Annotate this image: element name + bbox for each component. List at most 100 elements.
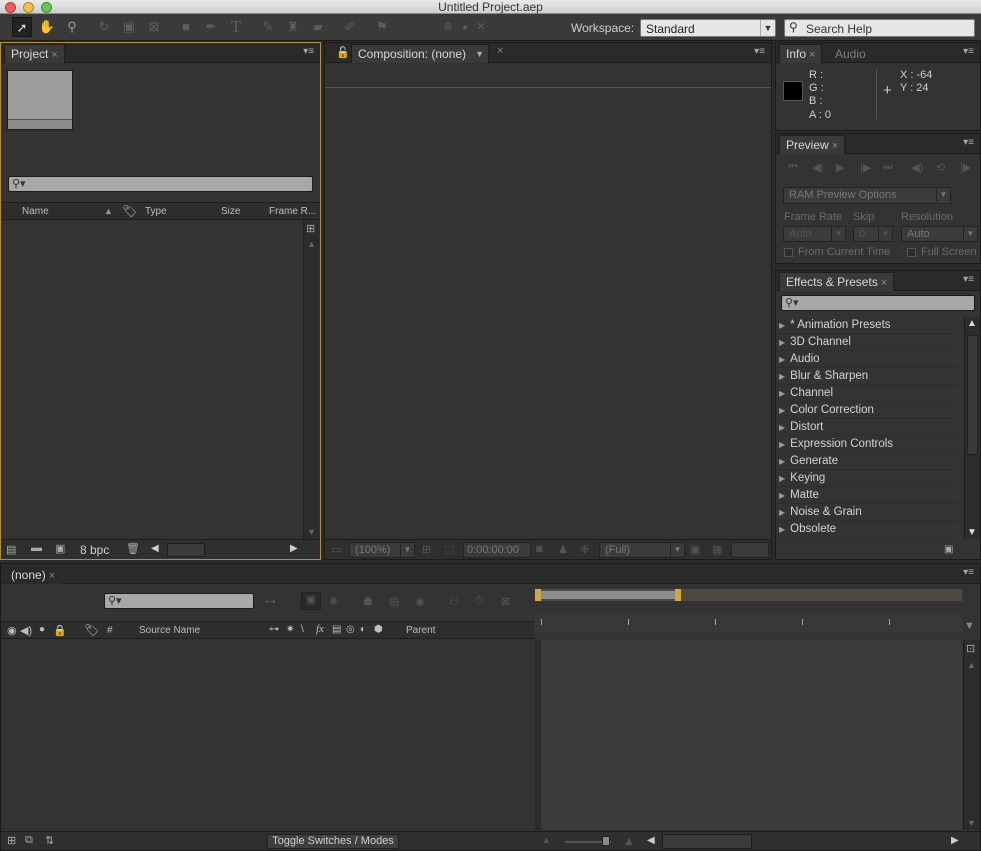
project-scrollbar[interactable]: ⊞ ▲ ▼: [303, 221, 319, 539]
horizontal-scroll-thumb[interactable]: [167, 543, 205, 557]
panel-menu-icon[interactable]: ▾≡: [303, 46, 314, 57]
tab-effects-presets[interactable]: Effects & Presets ×: [779, 272, 895, 291]
view-layout-select[interactable]: [731, 542, 769, 558]
comp-marker-bin-icon[interactable]: ▼: [964, 620, 975, 632]
scroll-down-icon[interactable]: ▼: [307, 527, 316, 537]
time-ruler[interactable]: [535, 613, 962, 633]
close-icon[interactable]: ×: [832, 140, 838, 152]
mask-visibility-icon[interactable]: ⬚: [444, 543, 454, 556]
bpc-label[interactable]: 8 bpc: [80, 543, 109, 557]
magnification-select[interactable]: (100%) ▼: [349, 542, 415, 558]
play-icon[interactable]: ▶: [836, 161, 844, 174]
scroll-thumb[interactable]: [967, 335, 978, 455]
horizontal-scroll-thumb[interactable]: [662, 834, 752, 849]
zoom-out-icon[interactable]: ▲: [542, 835, 551, 845]
draft-3d-icon[interactable]: ❋: [329, 595, 338, 608]
timeline-search-input[interactable]: ⚲▾: [104, 593, 254, 609]
next-frame-icon[interactable]: |▶: [860, 161, 871, 174]
list-item[interactable]: ▶ Noise & Grain: [779, 504, 959, 521]
previous-frame-icon[interactable]: ◀|: [812, 161, 823, 174]
tab-composition[interactable]: Composition: (none) ▼: [351, 44, 490, 63]
roto-brush-icon[interactable]: ✐: [340, 17, 360, 37]
zoom-icon[interactable]: ⚲: [62, 17, 82, 37]
pen-icon[interactable]: ✒: [201, 17, 221, 37]
list-item[interactable]: ▶ Distort: [779, 419, 959, 436]
label-tag-icon[interactable]: 🏷: [84, 623, 99, 637]
column-number[interactable]: #: [107, 625, 113, 636]
clone-stamp-icon[interactable]: ♜: [283, 17, 303, 37]
scroll-left-icon[interactable]: ◀: [151, 543, 159, 554]
shy-icon[interactable]: ⊶: [269, 624, 279, 635]
interpret-footage-icon[interactable]: ▤: [6, 543, 16, 556]
list-item[interactable]: ▶ Obsolete: [779, 521, 959, 538]
skip-select[interactable]: 0 ▼: [853, 226, 893, 242]
brush-icon[interactable]: ✎: [258, 17, 278, 37]
workspace-select[interactable]: Standard ▼: [640, 19, 776, 37]
close-icon[interactable]: ×: [809, 49, 815, 61]
column-name[interactable]: Name: [22, 206, 49, 217]
lock-icon[interactable]: 🔓: [336, 46, 350, 59]
channel-icon[interactable]: ❉: [580, 543, 589, 556]
3d-layer-icon[interactable]: ⬢: [374, 624, 383, 635]
new-bin-icon[interactable]: ▣: [944, 544, 953, 555]
hand-icon[interactable]: ✋: [37, 17, 57, 37]
hide-shy-layers-icon[interactable]: ☗: [363, 595, 373, 608]
effects-search-input[interactable]: ⚲▾: [781, 295, 975, 311]
zoom-in-icon[interactable]: ▲: [623, 834, 635, 848]
search-help-field[interactable]: ⚲ Search Help: [784, 19, 975, 37]
timecode-field[interactable]: 0:00:00:00: [463, 542, 531, 558]
puppet-pin-icon[interactable]: ⚑: [372, 17, 392, 37]
sort-ascending-icon[interactable]: ▲: [104, 206, 113, 216]
resolution-select[interactable]: (Full) ▼: [599, 542, 685, 558]
chevron-down-icon[interactable]: ▼: [475, 45, 484, 63]
frame-blending-icon[interactable]: ▤: [389, 595, 399, 608]
expand-in-out-icon[interactable]: ⇅: [45, 834, 54, 847]
new-folder-icon[interactable]: ▬: [31, 542, 42, 554]
column-type[interactable]: Type: [145, 206, 167, 217]
rectangle-icon[interactable]: ■: [176, 17, 196, 37]
panel-menu-icon[interactable]: ▾≡: [963, 137, 974, 148]
scroll-down-icon[interactable]: ▼: [967, 818, 976, 828]
column-source-name[interactable]: Source Name: [139, 625, 200, 636]
comp-button-icon[interactable]: ⊡: [966, 642, 975, 655]
resolution-preview-select[interactable]: Auto ▼: [901, 226, 978, 242]
frame-rate-select[interactable]: Auto ▼: [783, 226, 846, 242]
scroll-up-icon[interactable]: ▲: [307, 239, 316, 249]
panel-menu-icon[interactable]: ▾≡: [963, 274, 974, 285]
list-item[interactable]: ▶ * Animation Presets: [779, 317, 959, 334]
lock-icon[interactable]: 🔒: [53, 624, 67, 637]
snapshot-icon[interactable]: ◙: [536, 543, 543, 555]
close-icon[interactable]: ×: [51, 49, 57, 61]
column-parent[interactable]: Parent: [406, 625, 435, 636]
tab-project[interactable]: Project ×: [4, 44, 65, 63]
motion-blur-column-icon[interactable]: ◎: [346, 624, 355, 635]
selection-icon[interactable]: ➚: [12, 17, 32, 37]
speaker-icon[interactable]: ◀): [20, 624, 32, 637]
show-snapshot-icon[interactable]: ♟: [558, 543, 568, 556]
list-item[interactable]: ▶ 3D Channel: [779, 334, 959, 351]
adjustment-layer-icon[interactable]: ◐: [360, 624, 366, 635]
list-item[interactable]: ▶ Channel: [779, 385, 959, 402]
close-icon[interactable]: ×: [881, 277, 887, 289]
scroll-right-icon[interactable]: ▶: [951, 835, 959, 846]
column-frame-rate[interactable]: Frame R...: [269, 206, 316, 217]
panel-menu-icon[interactable]: ▾≡: [963, 567, 974, 578]
eraser-icon[interactable]: ▰: [308, 17, 328, 37]
mute-audio-icon[interactable]: ◀): [911, 161, 923, 174]
tab-preview[interactable]: Preview ×: [779, 135, 846, 154]
comp-mini-flowchart-icon[interactable]: ⊶: [265, 595, 276, 608]
close-icon[interactable]: ×: [49, 570, 55, 582]
from-current-time-checkbox[interactable]: [784, 248, 793, 257]
list-item[interactable]: ▶ Generate: [779, 453, 959, 470]
loop-icon[interactable]: ⟲: [936, 161, 945, 174]
list-item[interactable]: ▶ Matte: [779, 487, 959, 504]
live-update-icon[interactable]: ▣: [301, 592, 321, 610]
list-item[interactable]: ▶ Audio: [779, 351, 959, 368]
effects-scrollbar[interactable]: ▲ ▼: [964, 317, 980, 539]
graph-editor-icon[interactable]: ⊠: [501, 595, 510, 608]
flowchart-icon[interactable]: ⊞: [306, 222, 315, 235]
tab-timeline[interactable]: (none) ×: [4, 565, 63, 584]
panel-menu-icon[interactable]: ▾≡: [754, 46, 765, 57]
new-composition-icon[interactable]: ▣: [55, 542, 65, 555]
quality-icon[interactable]: \: [301, 624, 304, 635]
